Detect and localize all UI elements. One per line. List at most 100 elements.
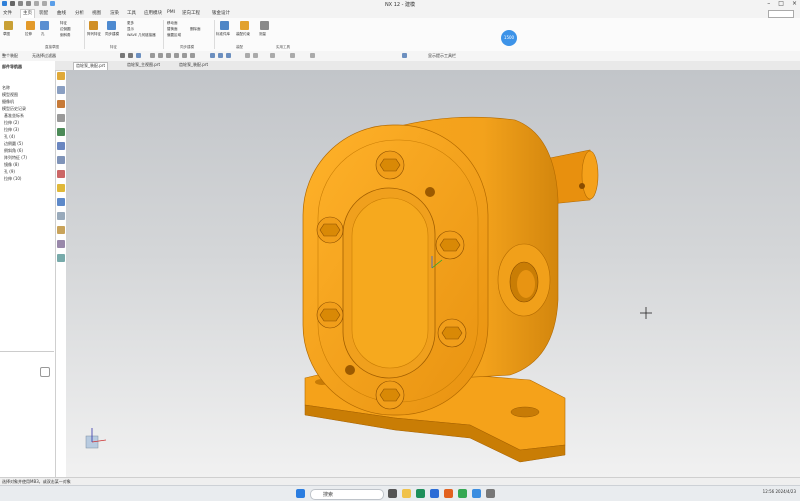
tab-view[interactable]: 视图	[90, 10, 103, 16]
system-tray[interactable]: 12:56 2024/4/23	[763, 489, 796, 494]
move-face-button[interactable]: 移动面	[167, 21, 178, 26]
tab-tools[interactable]: 工具	[125, 10, 138, 16]
snap-endpoint-icon[interactable]	[150, 53, 155, 58]
palette-icon[interactable]	[57, 254, 65, 262]
pan-view-icon[interactable]	[218, 53, 223, 58]
zoom-view-icon[interactable]	[226, 53, 231, 58]
snap-intersection-icon[interactable]	[174, 53, 179, 58]
hole-icon[interactable]	[40, 21, 49, 30]
replace-face-button[interactable]: 替换面	[167, 27, 178, 32]
sync-modeling-icon[interactable]	[107, 21, 116, 30]
undo-icon[interactable]	[18, 1, 23, 6]
tab-reverse-engineering[interactable]: 逆向工程	[180, 10, 202, 16]
system-materials-icon[interactable]	[57, 156, 65, 164]
history-icon[interactable]	[57, 142, 65, 150]
rotate-view-icon[interactable]	[210, 53, 215, 58]
redo-icon[interactable]	[26, 1, 31, 6]
manufacturing-wizard-icon[interactable]	[57, 212, 65, 220]
deselect-icon[interactable]	[128, 53, 133, 58]
taskbar-search-input[interactable]: 搜索	[310, 489, 384, 500]
section-view-icon[interactable]	[310, 53, 315, 58]
search-icon[interactable]	[40, 367, 50, 377]
select-icon[interactable]	[120, 53, 125, 58]
sync-modeling-button[interactable]: 同步建模	[105, 32, 119, 37]
system-scenes-icon[interactable]	[57, 198, 65, 206]
tab-applications[interactable]: 应用模块	[142, 10, 164, 16]
minimize-icon[interactable]: –	[767, 0, 770, 7]
app-icon[interactable]	[486, 489, 495, 498]
layer-icon[interactable]	[270, 53, 275, 58]
maximize-icon[interactable]: □	[778, 0, 784, 7]
orient-view-icon[interactable]	[253, 53, 258, 58]
file-explorer-icon[interactable]	[402, 489, 411, 498]
wcs-icon[interactable]	[290, 53, 295, 58]
sketch-icon[interactable]	[4, 21, 13, 30]
tab-pmi[interactable]: PMI	[165, 10, 177, 15]
display-button[interactable]: 显示	[127, 27, 134, 32]
close-icon[interactable]: ×	[792, 0, 797, 7]
snap-quadrant-icon[interactable]	[182, 53, 187, 58]
navigator-extrude-10[interactable]: 拉伸 (10)	[4, 176, 21, 182]
navigator-cameras[interactable]: 摄像机	[2, 99, 14, 105]
hole-button[interactable]: 孔	[41, 32, 45, 37]
reuse-library-icon[interactable]	[57, 114, 65, 122]
measure-icon[interactable]	[260, 21, 269, 30]
save-icon[interactable]	[10, 1, 15, 6]
navigator-model-views[interactable]: 模型视图	[2, 92, 18, 98]
extrude-button[interactable]: 拉伸	[25, 32, 32, 37]
doc-tab-assembly[interactable]: 齿轮泵_装配.prt	[73, 62, 109, 70]
standard-parts-icon[interactable]	[220, 21, 229, 30]
floating-badge[interactable]: 1500	[501, 30, 517, 46]
type-filter-dropdown[interactable]: 整个装配	[2, 53, 18, 59]
hd3d-tools-icon[interactable]	[57, 226, 65, 234]
navigator-hole-4[interactable]: 孔 (4)	[4, 134, 15, 140]
doc-tab-assembly-2[interactable]: 齿轮泵_装配.prt	[177, 62, 210, 69]
feature-more-button[interactable]: 特征	[60, 21, 67, 26]
tab-curve[interactable]: 曲线	[55, 10, 68, 16]
start-icon[interactable]	[296, 489, 305, 498]
task-view-icon[interactable]	[388, 489, 397, 498]
more-button[interactable]: 更多	[127, 21, 134, 26]
nx-app-icon[interactable]	[444, 489, 453, 498]
render-style-icon[interactable]	[245, 53, 250, 58]
wechat-icon[interactable]	[458, 489, 467, 498]
window-menu-icon[interactable]	[50, 1, 55, 6]
snap-midpoint-icon[interactable]	[158, 53, 163, 58]
navigator-datum-csys[interactable]: 基准坐标系	[4, 113, 24, 119]
navigator-hole-9[interactable]: 孔 (9)	[4, 169, 15, 175]
pattern-feature-button[interactable]: 阵列特征	[87, 32, 101, 37]
doc-tab-main-view[interactable]: 齿轮泵_主视图.prt	[125, 62, 162, 69]
navigator-history[interactable]: 模型历史记录	[2, 106, 26, 112]
navigator-extrude-3[interactable]: 拉伸 (3)	[4, 127, 19, 133]
selection-filter-label[interactable]: 无选择过滤器	[32, 53, 56, 59]
content-icon[interactable]	[57, 240, 65, 248]
navigator-blend-5[interactable]: 边倒圆 (5)	[4, 141, 23, 147]
tab-assembly[interactable]: 装配	[37, 10, 50, 16]
tips-toolbar-icon[interactable]	[402, 53, 407, 58]
view-filter-icon[interactable]	[136, 53, 141, 58]
assembly-constraint-button[interactable]: 装配约束	[236, 32, 250, 37]
navigator-chamfer-6[interactable]: 倒斜角 (6)	[4, 148, 23, 154]
tips-toolbar-label[interactable]: 显示提示工具栏	[428, 53, 456, 59]
web-browser-icon[interactable]	[57, 128, 65, 136]
navigator-mirror-8[interactable]: 镜像 (8)	[4, 162, 19, 168]
assembly-constraint-icon[interactable]	[240, 21, 249, 30]
sketch-button[interactable]: 草图	[3, 32, 10, 37]
pattern-feature-icon[interactable]	[89, 21, 98, 30]
process-studio-icon[interactable]	[57, 170, 65, 178]
roles-icon[interactable]	[57, 184, 65, 192]
command-search-input[interactable]	[768, 10, 794, 18]
navigator-pattern-7[interactable]: 阵列特征 (7)	[4, 155, 27, 161]
snap-point-icon[interactable]	[190, 53, 195, 58]
edge-browser-icon[interactable]	[416, 489, 425, 498]
store-icon[interactable]	[430, 489, 439, 498]
tab-file[interactable]: 文件	[1, 10, 14, 16]
tab-home[interactable]: 主页	[20, 9, 35, 18]
navigator-column-name[interactable]: 名称	[2, 85, 10, 91]
copy-icon[interactable]	[42, 1, 47, 6]
constraint-navigator-icon[interactable]	[57, 86, 65, 94]
assembly-navigator-icon[interactable]	[57, 72, 65, 80]
offset-region-button[interactable]: 偏置区域	[167, 33, 181, 38]
extrude-icon[interactable]	[26, 21, 35, 30]
cut-icon[interactable]	[34, 1, 39, 6]
